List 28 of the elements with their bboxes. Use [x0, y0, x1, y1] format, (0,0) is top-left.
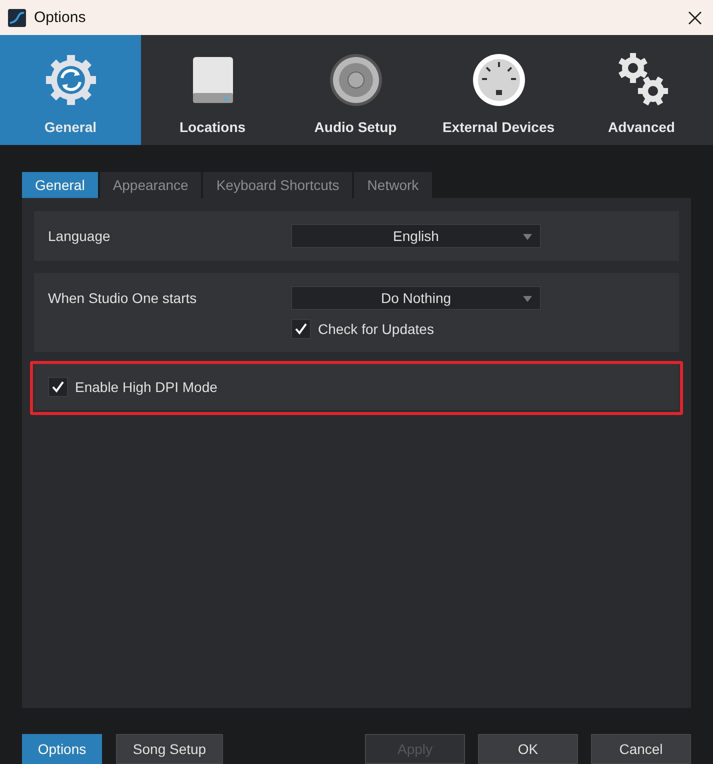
window-title: Options	[34, 9, 87, 26]
close-icon[interactable]	[687, 10, 703, 26]
checkmark-icon	[51, 380, 65, 394]
caret-icon	[523, 296, 532, 302]
checkbox[interactable]	[48, 377, 68, 397]
setting-label: When Studio One starts	[48, 290, 198, 306]
app-icon	[8, 8, 26, 26]
setting-label: Language	[48, 228, 112, 244]
settings-tab[interactable]: General	[22, 172, 98, 198]
checkbox-label: Enable High DPI Mode	[75, 379, 218, 395]
settings-tab[interactable]: Keyboard Shortcuts	[203, 172, 352, 198]
dropdown[interactable]: Do Nothing	[291, 286, 541, 310]
category-tab[interactable]: Locations	[141, 35, 284, 145]
checkbox-label: Check for Updates	[318, 321, 434, 337]
footer-button[interactable]: OK	[478, 734, 578, 764]
category-tab[interactable]: Advanced	[570, 35, 713, 145]
dropdown[interactable]: English	[291, 224, 541, 248]
category-tab[interactable]: General	[0, 35, 141, 145]
footer-button[interactable]: Options	[22, 734, 102, 764]
caret-icon	[523, 234, 532, 240]
checkbox[interactable]	[291, 319, 311, 339]
footer-button[interactable]: Cancel	[591, 734, 691, 764]
category-tab[interactable]: Audio Setup	[284, 35, 427, 145]
settings-tab[interactable]: Appearance	[100, 172, 202, 198]
category-tab[interactable]: External Devices	[427, 35, 570, 145]
settings-tab[interactable]: Network	[354, 172, 432, 198]
footer-button[interactable]: Song Setup	[116, 734, 223, 764]
checkmark-icon	[294, 322, 308, 336]
